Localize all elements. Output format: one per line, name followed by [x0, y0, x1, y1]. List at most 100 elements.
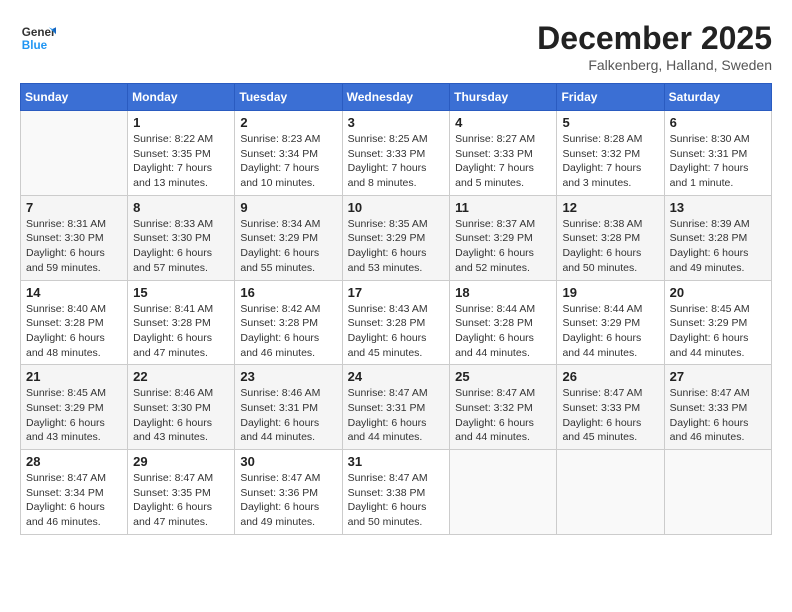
calendar-cell: 10 Sunrise: 8:35 AM Sunset: 3:29 PM Dayli… — [342, 195, 450, 280]
cell-content: Sunrise: 8:34 AM Sunset: 3:29 PM Dayligh… — [240, 217, 336, 276]
calendar-cell: 9 Sunrise: 8:34 AM Sunset: 3:29 PM Daylig… — [235, 195, 342, 280]
cell-content: Sunrise: 8:45 AM Sunset: 3:29 PM Dayligh… — [670, 302, 766, 361]
cell-content: Sunrise: 8:35 AM Sunset: 3:29 PM Dayligh… — [348, 217, 445, 276]
day-number: 3 — [348, 115, 445, 130]
cell-content: Sunrise: 8:33 AM Sunset: 3:30 PM Dayligh… — [133, 217, 229, 276]
cell-content: Sunrise: 8:44 AM Sunset: 3:29 PM Dayligh… — [562, 302, 658, 361]
header-sunday: Sunday — [21, 84, 128, 111]
calendar-cell: 12 Sunrise: 8:38 AM Sunset: 3:28 PM Dayli… — [557, 195, 664, 280]
calendar-cell: 19 Sunrise: 8:44 AM Sunset: 3:29 PM Dayli… — [557, 280, 664, 365]
calendar-cell: 7Sunrise: 8:31 AM Sunset: 3:30 PM Daylig… — [21, 195, 128, 280]
day-number: 7 — [26, 200, 122, 215]
cell-content: Sunrise: 8:40 AM Sunset: 3:28 PM Dayligh… — [26, 302, 122, 361]
day-number: 30 — [240, 454, 336, 469]
calendar-cell — [450, 450, 557, 535]
cell-content: Sunrise: 8:47 AM Sunset: 3:31 PM Dayligh… — [348, 386, 445, 445]
cell-content: Sunrise: 8:47 AM Sunset: 3:32 PM Dayligh… — [455, 386, 551, 445]
calendar-cell: 29 Sunrise: 8:47 AM Sunset: 3:35 PM Dayli… — [128, 450, 235, 535]
cell-content: Sunrise: 8:46 AM Sunset: 3:30 PM Dayligh… — [133, 386, 229, 445]
cell-content: Sunrise: 8:27 AM Sunset: 3:33 PM Dayligh… — [455, 132, 551, 191]
calendar-cell: 23 Sunrise: 8:46 AM Sunset: 3:31 PM Dayli… — [235, 365, 342, 450]
cell-content: Sunrise: 8:28 AM Sunset: 3:32 PM Dayligh… — [562, 132, 658, 191]
cell-content: Sunrise: 8:23 AM Sunset: 3:34 PM Dayligh… — [240, 132, 336, 191]
calendar-week-1: 1 Sunrise: 8:22 AM Sunset: 3:35 PM Daylig… — [21, 111, 772, 196]
header-friday: Friday — [557, 84, 664, 111]
calendar-cell: 18 Sunrise: 8:44 AM Sunset: 3:28 PM Dayli… — [450, 280, 557, 365]
cell-content: Sunrise: 8:46 AM Sunset: 3:31 PM Dayligh… — [240, 386, 336, 445]
day-number: 28 — [26, 454, 122, 469]
day-number: 11 — [455, 200, 551, 215]
cell-content: Sunrise: 8:47 AM Sunset: 3:35 PM Dayligh… — [133, 471, 229, 530]
calendar-cell — [664, 450, 771, 535]
cell-content: Sunrise: 8:47 AM Sunset: 3:38 PM Dayligh… — [348, 471, 445, 530]
day-number: 10 — [348, 200, 445, 215]
calendar-cell — [557, 450, 664, 535]
month-title: December 2025 — [537, 20, 772, 57]
day-number: 9 — [240, 200, 336, 215]
day-number: 8 — [133, 200, 229, 215]
day-number: 1 — [133, 115, 229, 130]
cell-content: Sunrise: 8:37 AM Sunset: 3:29 PM Dayligh… — [455, 217, 551, 276]
day-number: 20 — [670, 285, 766, 300]
cell-content: Sunrise: 8:43 AM Sunset: 3:28 PM Dayligh… — [348, 302, 445, 361]
cell-content: Sunrise: 8:39 AM Sunset: 3:28 PM Dayligh… — [670, 217, 766, 276]
calendar-cell: 22Sunrise: 8:46 AM Sunset: 3:30 PM Dayli… — [128, 365, 235, 450]
day-number: 23 — [240, 369, 336, 384]
calendar-week-2: 7Sunrise: 8:31 AM Sunset: 3:30 PM Daylig… — [21, 195, 772, 280]
header-thursday: Thursday — [450, 84, 557, 111]
calendar-cell: 3 Sunrise: 8:25 AM Sunset: 3:33 PM Daylig… — [342, 111, 450, 196]
cell-content: Sunrise: 8:25 AM Sunset: 3:33 PM Dayligh… — [348, 132, 445, 191]
calendar-cell: 13Sunrise: 8:39 AM Sunset: 3:28 PM Dayli… — [664, 195, 771, 280]
calendar-cell: 30 Sunrise: 8:47 AM Sunset: 3:36 PM Dayli… — [235, 450, 342, 535]
location: Falkenberg, Halland, Sweden — [537, 57, 772, 73]
day-number: 2 — [240, 115, 336, 130]
calendar-week-5: 28 Sunrise: 8:47 AM Sunset: 3:34 PM Dayli… — [21, 450, 772, 535]
calendar-cell: 25Sunrise: 8:47 AM Sunset: 3:32 PM Dayli… — [450, 365, 557, 450]
calendar-cell: 31Sunrise: 8:47 AM Sunset: 3:38 PM Dayli… — [342, 450, 450, 535]
day-number: 4 — [455, 115, 551, 130]
page-header: General Blue December 2025 Falkenberg, H… — [20, 20, 772, 73]
header-monday: Monday — [128, 84, 235, 111]
title-area: December 2025 Falkenberg, Halland, Swede… — [537, 20, 772, 73]
calendar-cell: 8 Sunrise: 8:33 AM Sunset: 3:30 PM Daylig… — [128, 195, 235, 280]
calendar-cell: 1 Sunrise: 8:22 AM Sunset: 3:35 PM Daylig… — [128, 111, 235, 196]
day-number: 18 — [455, 285, 551, 300]
cell-content: Sunrise: 8:22 AM Sunset: 3:35 PM Dayligh… — [133, 132, 229, 191]
cell-content: Sunrise: 8:38 AM Sunset: 3:28 PM Dayligh… — [562, 217, 658, 276]
day-number: 27 — [670, 369, 766, 384]
day-number: 5 — [562, 115, 658, 130]
cell-content: Sunrise: 8:45 AM Sunset: 3:29 PM Dayligh… — [26, 386, 122, 445]
calendar-cell: 2 Sunrise: 8:23 AM Sunset: 3:34 PM Daylig… — [235, 111, 342, 196]
day-number: 29 — [133, 454, 229, 469]
day-number: 24 — [348, 369, 445, 384]
cell-content: Sunrise: 8:30 AM Sunset: 3:31 PM Dayligh… — [670, 132, 766, 191]
svg-text:General: General — [22, 26, 56, 39]
day-number: 12 — [562, 200, 658, 215]
calendar-cell: 28 Sunrise: 8:47 AM Sunset: 3:34 PM Dayli… — [21, 450, 128, 535]
calendar-cell: 5 Sunrise: 8:28 AM Sunset: 3:32 PM Daylig… — [557, 111, 664, 196]
calendar-cell: 14Sunrise: 8:40 AM Sunset: 3:28 PM Dayli… — [21, 280, 128, 365]
calendar-week-3: 14Sunrise: 8:40 AM Sunset: 3:28 PM Dayli… — [21, 280, 772, 365]
cell-content: Sunrise: 8:47 AM Sunset: 3:33 PM Dayligh… — [562, 386, 658, 445]
cell-content: Sunrise: 8:41 AM Sunset: 3:28 PM Dayligh… — [133, 302, 229, 361]
header-wednesday: Wednesday — [342, 84, 450, 111]
logo-icon: General Blue — [20, 20, 56, 56]
calendar-cell: 15Sunrise: 8:41 AM Sunset: 3:28 PM Dayli… — [128, 280, 235, 365]
cell-content: Sunrise: 8:47 AM Sunset: 3:34 PM Dayligh… — [26, 471, 122, 530]
cell-content: Sunrise: 8:47 AM Sunset: 3:33 PM Dayligh… — [670, 386, 766, 445]
calendar-cell: 27 Sunrise: 8:47 AM Sunset: 3:33 PM Dayli… — [664, 365, 771, 450]
calendar-table: SundayMondayTuesdayWednesdayThursdayFrid… — [20, 83, 772, 535]
svg-text:Blue: Blue — [22, 39, 48, 52]
cell-content: Sunrise: 8:44 AM Sunset: 3:28 PM Dayligh… — [455, 302, 551, 361]
calendar-cell: 21 Sunrise: 8:45 AM Sunset: 3:29 PM Dayli… — [21, 365, 128, 450]
calendar-cell: 11 Sunrise: 8:37 AM Sunset: 3:29 PM Dayli… — [450, 195, 557, 280]
day-number: 19 — [562, 285, 658, 300]
calendar-cell: 24 Sunrise: 8:47 AM Sunset: 3:31 PM Dayli… — [342, 365, 450, 450]
calendar-cell: 17Sunrise: 8:43 AM Sunset: 3:28 PM Dayli… — [342, 280, 450, 365]
day-number: 21 — [26, 369, 122, 384]
calendar-cell: 20 Sunrise: 8:45 AM Sunset: 3:29 PM Dayli… — [664, 280, 771, 365]
cell-content: Sunrise: 8:42 AM Sunset: 3:28 PM Dayligh… — [240, 302, 336, 361]
calendar-cell — [21, 111, 128, 196]
day-number: 6 — [670, 115, 766, 130]
cell-content: Sunrise: 8:47 AM Sunset: 3:36 PM Dayligh… — [240, 471, 336, 530]
